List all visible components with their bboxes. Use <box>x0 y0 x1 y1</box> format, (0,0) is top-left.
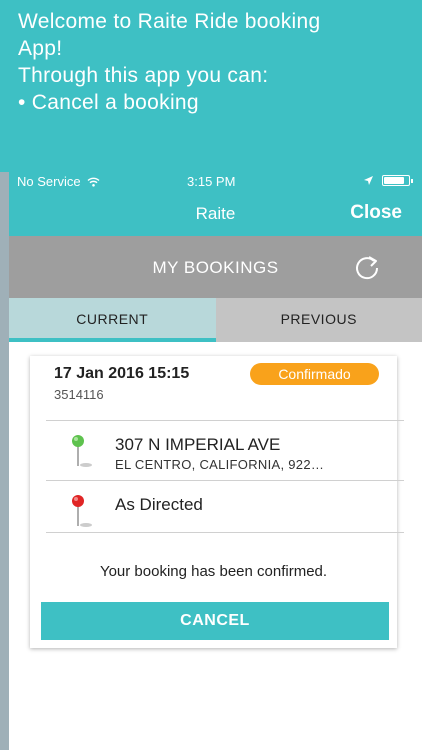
promo-line-1: Welcome to Raite Ride booking <box>18 10 321 33</box>
status-right-group <box>363 175 413 186</box>
promo-banner: Welcome to Raite Ride booking App! Throu… <box>0 0 422 172</box>
booking-tabs: CURRENT PREVIOUS <box>9 298 422 342</box>
phone-screen: No Service 3:15 PM Raite Close MY BOOKIN… <box>9 172 422 750</box>
booking-card: 17 Jan 2016 15:15 3514116 Confirmado 307… <box>30 356 404 648</box>
location-arrow-icon <box>364 176 373 185</box>
cancel-button[interactable]: CANCEL <box>41 602 389 640</box>
green-pin-icon <box>72 435 92 467</box>
carrier-label: No Service <box>17 174 81 189</box>
booking-datetime: 17 Jan 2016 15:15 <box>54 365 190 382</box>
divider <box>46 532 404 533</box>
battery-icon <box>382 175 413 186</box>
background-strip <box>0 172 9 750</box>
status-bar: No Service 3:15 PM <box>9 172 422 192</box>
carrier-group: No Service <box>17 174 100 189</box>
status-time: 3:15 PM <box>187 174 236 189</box>
refresh-icon[interactable] <box>352 253 382 281</box>
confirmation-message: Your booking has been confirmed. <box>99 563 328 580</box>
red-pin-icon <box>72 495 92 527</box>
promo-line-4: • Cancel a booking <box>18 91 199 114</box>
nav-bar: Raite Close <box>9 192 422 236</box>
promo-line-2: App! <box>18 37 63 60</box>
divider <box>46 480 404 481</box>
pickup-address: 307 N IMPERIAL AVE <box>115 435 281 454</box>
close-button[interactable]: Close <box>350 202 402 224</box>
battery-fill <box>384 177 405 184</box>
status-badge: Confirmado <box>250 363 379 385</box>
divider <box>46 420 404 421</box>
wifi-icon <box>87 177 100 187</box>
pickup-city: EL CENTRO, CALIFORNIA, 922… <box>115 457 325 472</box>
tab-previous[interactable]: PREVIOUS <box>215 298 422 342</box>
dropoff-address: As Directed <box>115 495 203 514</box>
booking-reference: 3514116 <box>54 387 104 402</box>
bookings-header: MY BOOKINGS <box>9 236 422 298</box>
tab-current[interactable]: CURRENT <box>9 298 216 342</box>
promo-line-3: Through this app you can: <box>18 64 269 87</box>
